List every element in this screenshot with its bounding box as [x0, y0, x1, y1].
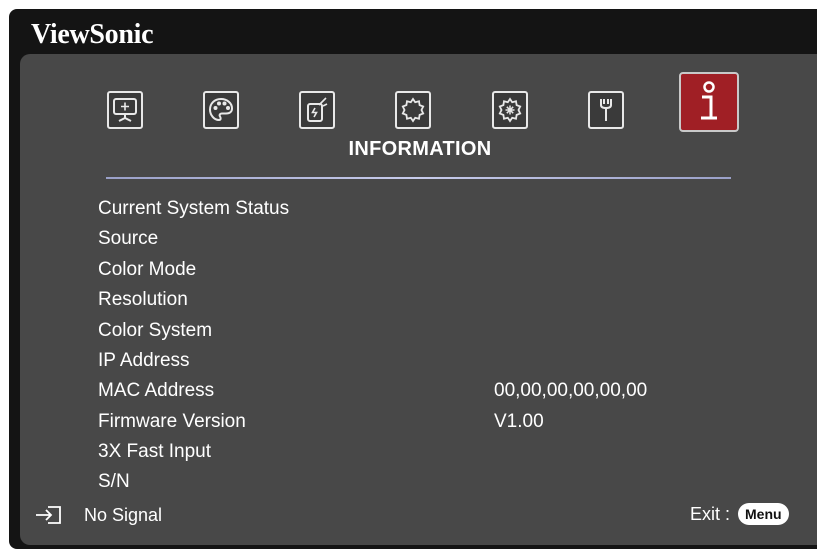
signal-text: No Signal: [84, 504, 163, 525]
basic-settings-icon: [401, 97, 425, 123]
tab-basic[interactable]: [395, 91, 431, 129]
exit-hint: Exit : Menu: [690, 500, 789, 528]
row-label: S/N: [98, 471, 130, 492]
row-label: MAC Address: [98, 380, 215, 401]
info-row-resolution: Resolution: [98, 285, 738, 315]
info-row-3x-fast-input: 3X Fast Input: [98, 437, 738, 467]
info-row-source: Source: [98, 224, 738, 254]
info-row-serial-number: S/N: [98, 467, 738, 497]
signal-status: No Signal: [34, 502, 162, 528]
brand-logo: ViewSonic: [31, 19, 154, 50]
display-icon: [113, 98, 137, 122]
exit-label: Exit :: [690, 503, 731, 524]
section-divider: [106, 177, 731, 179]
section-title: INFORMATION: [348, 138, 492, 160]
row-label: IP Address: [98, 350, 190, 371]
row-value: 00,00,00,00,00,00: [494, 380, 648, 401]
tab-advanced[interactable]: [492, 91, 528, 129]
input-source-icon: [36, 506, 61, 524]
info-row-color-mode: Color Mode: [98, 255, 738, 285]
row-label: Color Mode: [98, 259, 197, 280]
row-value: V1.00: [494, 411, 544, 432]
info-row-firmware-version: Firmware Version V1.00: [98, 407, 738, 437]
row-label: Current System Status: [98, 198, 290, 219]
tab-information[interactable]: [679, 72, 739, 132]
row-label: Color System: [98, 320, 213, 341]
row-label: Source: [98, 228, 159, 249]
color-palette-icon: [208, 97, 234, 122]
tab-power[interactable]: [299, 91, 335, 129]
information-icon: [701, 81, 717, 120]
advanced-settings-icon: [498, 97, 522, 123]
tab-service[interactable]: [588, 91, 624, 129]
tab-display[interactable]: [107, 91, 143, 129]
tab-picture[interactable]: [203, 91, 239, 129]
info-row-current-system-status: Current System Status: [98, 194, 738, 224]
info-row-color-system: Color System: [98, 316, 738, 346]
power-management-icon: [307, 97, 328, 122]
row-label: 3X Fast Input: [98, 441, 212, 462]
service-wrench-icon: [600, 99, 612, 121]
menu-button[interactable]: Menu: [738, 503, 789, 525]
row-label: Resolution: [98, 289, 188, 310]
row-label: Firmware Version: [98, 411, 246, 432]
info-row-mac-address: MAC Address 00,00,00,00,00,00: [98, 376, 738, 406]
info-row-ip-address: IP Address: [98, 346, 738, 376]
